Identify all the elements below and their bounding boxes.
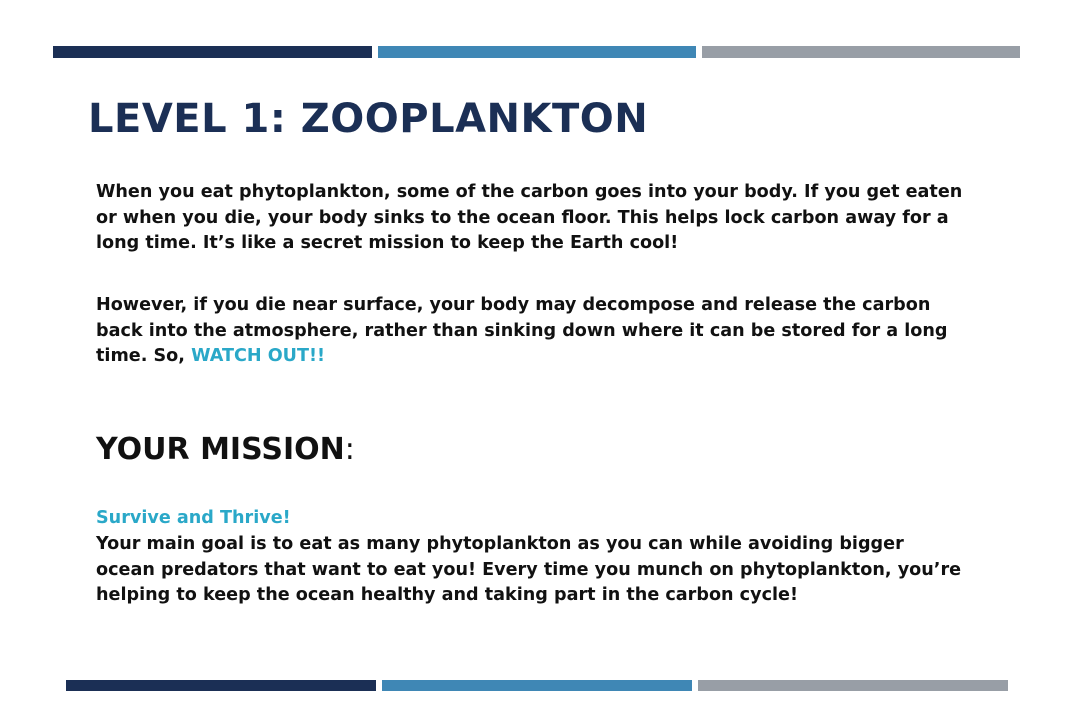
paragraph-decompose-warning: However, if you die near surface, your b… [96,293,966,370]
mission-subtitle: Survive and Thrive! [96,508,291,528]
mission-heading-text: YOUR MISSION [96,432,345,467]
bottom-bar-navy [66,680,376,691]
paragraph-carbon-storage: When you eat phytoplankton, some of the … [96,182,963,253]
top-bar-blue [378,46,696,58]
bottom-bar-gray [698,680,1008,691]
bottom-bar-blue [382,680,692,691]
slide-title: LEVEL 1: ZOOPLANKTON [88,96,649,142]
mission-body: Your main goal is to eat as many phytopl… [96,534,962,605]
mission-heading: YOUR MISSION: [96,430,355,470]
mission-heading-colon: : [344,432,355,467]
top-bar-gray [702,46,1020,58]
watch-out-highlight: WATCH OUT!! [191,346,326,366]
top-bar-navy [53,46,372,58]
